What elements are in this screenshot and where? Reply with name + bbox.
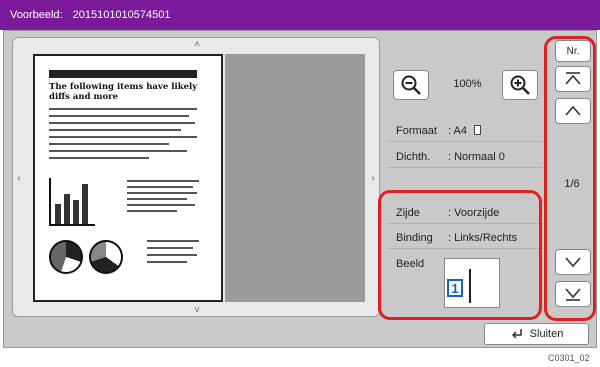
- zoom-in-button[interactable]: [502, 70, 538, 100]
- formaat-value: : A4: [448, 124, 467, 137]
- close-label: Sluiten: [529, 328, 564, 340]
- formaat-label: Formaat: [396, 124, 437, 137]
- zoom-level: 100%: [453, 78, 482, 90]
- info-row-dichtheid: Dichth. : Normaal 0: [388, 146, 543, 168]
- zoom-in-icon: [510, 75, 530, 95]
- highlight-box-navigation: [544, 36, 596, 321]
- chevron-up-icon: ˄: [194, 38, 200, 50]
- highlight-box-settings: [378, 190, 542, 320]
- dichth-label: Dichth.: [396, 150, 431, 163]
- zoom-out-icon: [401, 75, 421, 95]
- doc-heading: The following items have likely diffs an…: [49, 82, 198, 102]
- doc-text-block: [49, 108, 199, 164]
- chevron-down-icon: ˅: [194, 304, 200, 316]
- dichth-value: : Normaal 0: [448, 150, 505, 163]
- title-label: Voorbeeld:: [10, 9, 63, 21]
- info-row-formaat: Formaat : A4: [388, 120, 543, 142]
- chevron-left-icon: ‹: [17, 172, 21, 184]
- close-button[interactable]: Sluiten: [484, 323, 589, 345]
- document-page-preview: The following items have likely diffs an…: [33, 54, 223, 302]
- doc-side-text: [127, 180, 199, 216]
- page-orientation-icon: [474, 124, 482, 135]
- doc-bar-chart: [49, 178, 95, 226]
- page-margin-area: [225, 54, 365, 302]
- doc-header-bar: [49, 70, 197, 78]
- scroll-left-button[interactable]: ‹: [13, 52, 25, 304]
- scroll-up-button[interactable]: ˄: [23, 38, 371, 50]
- figure-code: C0301_02: [548, 353, 590, 363]
- title-bar: Voorbeeld: 2015101010574501: [0, 0, 600, 30]
- return-arrow-icon: [511, 329, 522, 339]
- zoom-out-button[interactable]: [393, 70, 429, 100]
- doc-side-text-2: [147, 240, 199, 268]
- preview-area[interactable]: ˄ ‹ › ˅ The following items have likely …: [12, 37, 380, 317]
- scroll-down-button[interactable]: ˅: [23, 304, 371, 316]
- document-id: 2015101010574501: [72, 9, 171, 21]
- doc-pie-charts: [49, 240, 129, 274]
